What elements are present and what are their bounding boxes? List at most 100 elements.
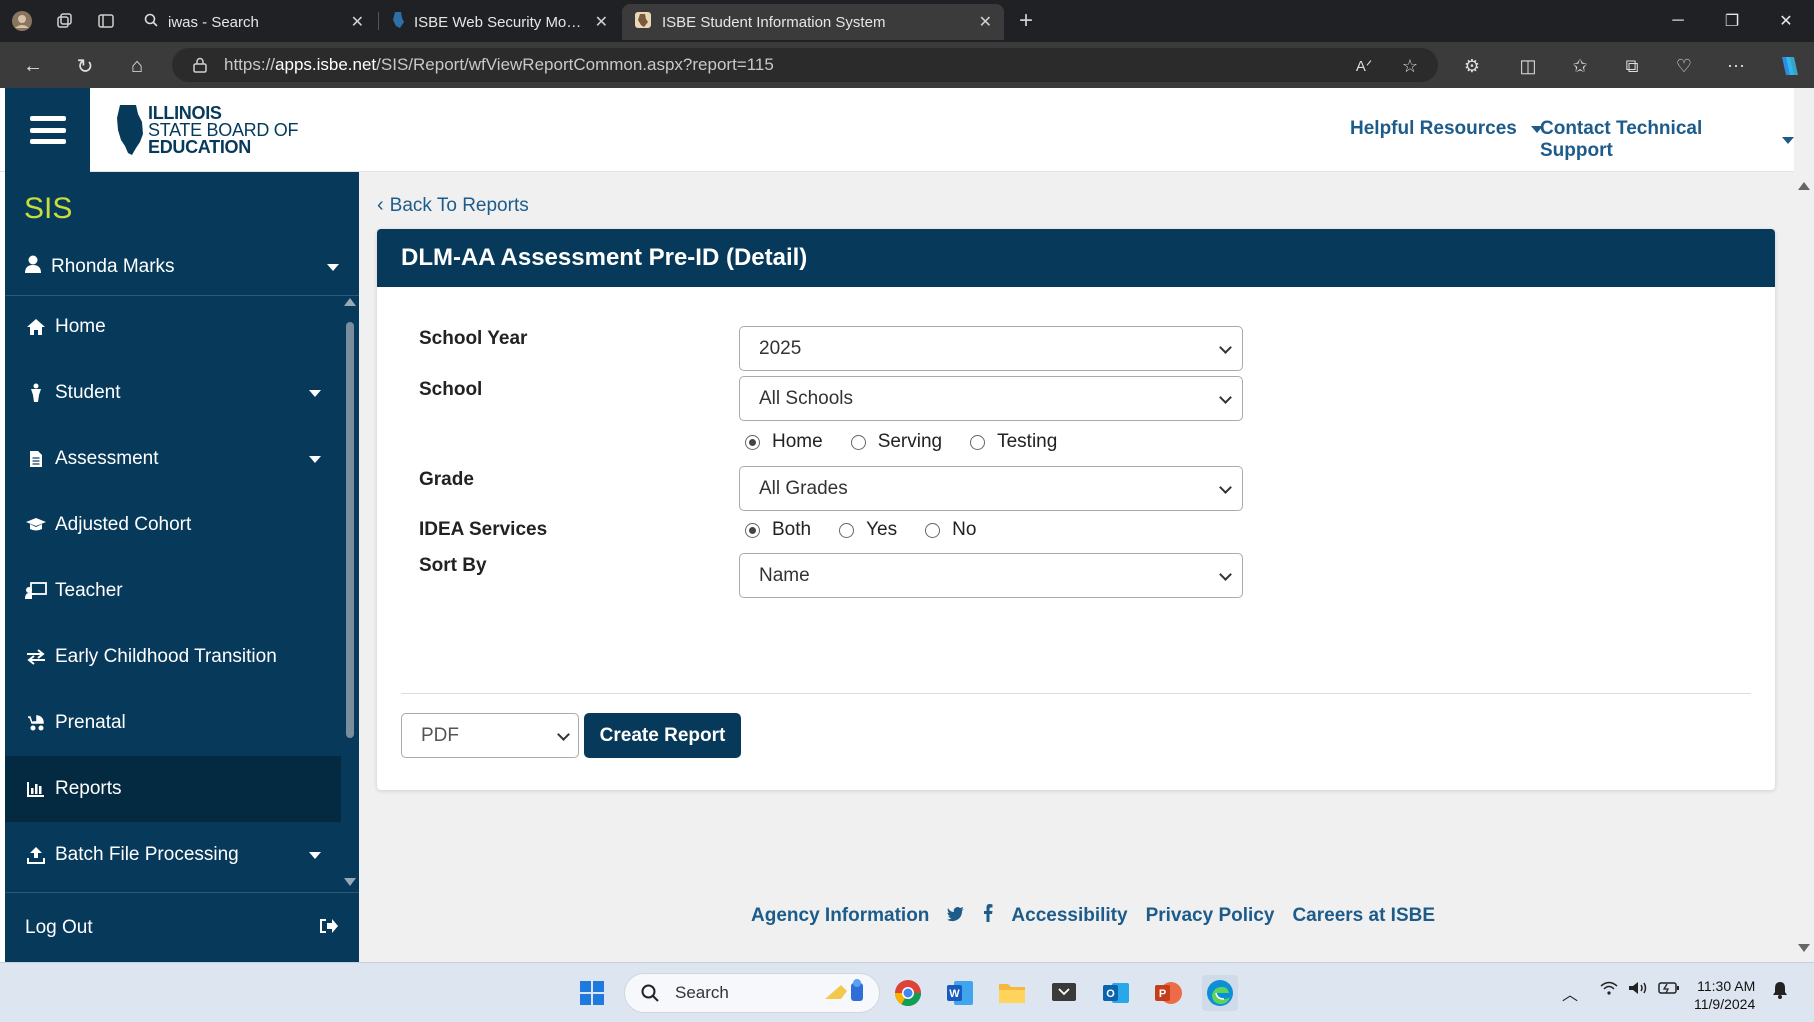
tab-iwas-search[interactable]: iwas - Search ✕: [132, 4, 376, 40]
agency-information-link[interactable]: Agency Information: [751, 905, 929, 927]
taskbar-search-box[interactable]: Search: [624, 973, 880, 1013]
file-explorer-icon[interactable]: [994, 975, 1030, 1011]
sidebar-item-early-childhood[interactable]: Early Childhood Transition: [5, 624, 341, 690]
sidebar-item-adjusted-cohort[interactable]: Adjusted Cohort: [5, 492, 341, 558]
notifications-bell-icon[interactable]: [1772, 981, 1788, 1004]
sidebar-item-reports[interactable]: Reports: [5, 756, 341, 822]
volume-icon[interactable]: [1628, 981, 1648, 1000]
privacy-policy-link[interactable]: Privacy Policy: [1146, 905, 1275, 927]
sidebar-item-batch-file[interactable]: Batch File Processing: [5, 822, 341, 888]
svg-text:W: W: [949, 988, 960, 1000]
profile-avatar-icon[interactable]: [10, 9, 34, 33]
refresh-icon[interactable]: ↻: [70, 51, 100, 81]
sidebar-item-assessment[interactable]: Assessment: [5, 426, 341, 492]
back-arrow-icon[interactable]: ←: [18, 51, 48, 81]
word-icon[interactable]: W: [942, 975, 978, 1011]
scroll-thumb[interactable]: [346, 322, 354, 738]
careers-link[interactable]: Careers at ISBE: [1292, 905, 1435, 927]
sidebar-item-home[interactable]: Home: [5, 294, 341, 360]
radio-home[interactable]: [745, 434, 760, 450]
browser-essentials-icon[interactable]: ♡: [1670, 52, 1698, 80]
logo-text: ILLINOIS STATE BOARD OF EDUCATION: [148, 104, 299, 157]
close-icon[interactable]: ✕: [351, 12, 364, 32]
favorite-star-icon[interactable]: ☆: [1396, 52, 1424, 80]
school-type-home-option[interactable]: Home: [745, 431, 823, 453]
extensions-icon[interactable]: ⚙: [1458, 52, 1486, 80]
tab-web-security[interactable]: ISBE Web Security Module - Appli ✕: [380, 4, 620, 40]
school-value: All Schools: [759, 387, 853, 409]
scroll-down-arrow-icon[interactable]: [344, 878, 356, 886]
close-icon[interactable]: ✕: [595, 12, 608, 32]
sort-by-select[interactable]: Name: [739, 553, 1243, 598]
powerpoint-icon[interactable]: P: [1150, 975, 1186, 1011]
restore-icon[interactable]: ❐: [1706, 0, 1758, 42]
site-header: ILLINOIS STATE BOARD OF EDUCATION Helpfu…: [0, 88, 1794, 172]
minimize-icon[interactable]: ─: [1652, 0, 1704, 42]
create-report-button[interactable]: Create Report: [584, 713, 741, 758]
tab-actions-icon[interactable]: [94, 9, 118, 33]
radio-both[interactable]: [745, 522, 760, 538]
idea-services-label: IDEA Services: [419, 519, 548, 540]
school-type-serving-option[interactable]: Serving: [850, 431, 942, 453]
radio-serving[interactable]: [850, 434, 866, 450]
new-tab-icon[interactable]: +: [1014, 7, 1038, 34]
accessibility-link[interactable]: Accessibility: [1011, 905, 1127, 927]
school-year-select[interactable]: 2025: [739, 326, 1243, 371]
idea-no-option[interactable]: No: [925, 519, 976, 541]
wifi-icon[interactable]: [1600, 981, 1618, 1000]
show-hidden-icons-icon[interactable]: ︿: [1562, 981, 1578, 1005]
logo-line-3: EDUCATION: [148, 136, 251, 157]
read-aloud-icon[interactable]: Aᐟ: [1350, 52, 1378, 80]
sidebar-item-prenatal[interactable]: Prenatal: [5, 690, 341, 756]
sidebar-item-label: Reports: [55, 778, 122, 799]
split-screen-icon[interactable]: ◫: [1514, 52, 1542, 80]
outlook-icon[interactable]: O: [1098, 975, 1134, 1011]
twitter-icon[interactable]: [947, 905, 965, 928]
scroll-down-arrow-icon[interactable]: [1798, 944, 1810, 952]
logout-button[interactable]: Log Out: [5, 892, 359, 962]
radio-no[interactable]: [925, 522, 941, 538]
back-to-reports-link[interactable]: ‹ Back To Reports: [377, 194, 529, 217]
chrome-icon[interactable]: [890, 975, 926, 1011]
school-select[interactable]: All Schools: [739, 376, 1243, 421]
page-scrollbar[interactable]: [1794, 172, 1814, 962]
idea-yes-option[interactable]: Yes: [839, 519, 897, 541]
edge-icon[interactable]: [1202, 975, 1238, 1011]
contact-support-menu[interactable]: Contact Technical Support: [1540, 118, 1794, 162]
radio-testing[interactable]: [970, 434, 986, 450]
terminal-app-icon[interactable]: [1046, 975, 1082, 1011]
system-clock[interactable]: 11:30 AM 11/9/2024: [1694, 977, 1755, 1013]
scroll-up-arrow-icon[interactable]: [344, 298, 356, 306]
school-type-testing-option[interactable]: Testing: [970, 431, 1057, 453]
facebook-icon[interactable]: [983, 904, 993, 928]
user-menu[interactable]: Rhonda Marks: [5, 238, 359, 296]
sidebar-item-teacher[interactable]: Teacher: [5, 558, 341, 624]
helpful-resources-menu[interactable]: Helpful Resources: [1350, 118, 1543, 140]
close-window-icon[interactable]: ✕: [1760, 0, 1812, 42]
isbe-logo[interactable]: ILLINOIS STATE BOARD OF EDUCATION: [116, 102, 306, 158]
exchange-icon: [25, 646, 47, 668]
workspaces-icon[interactable]: [52, 9, 76, 33]
output-format-select[interactable]: PDF: [401, 713, 579, 758]
windows-start-icon[interactable]: [574, 975, 610, 1011]
copilot-icon[interactable]: [1774, 52, 1802, 80]
scroll-up-arrow-icon[interactable]: [1798, 182, 1810, 190]
menu-toggle-button[interactable]: [5, 88, 90, 172]
sidebar-nav: Home Student Assessment Adjusted Cohort: [5, 294, 341, 890]
close-icon[interactable]: ✕: [979, 12, 992, 32]
logo-line-2: STATE BOARD OF: [148, 119, 299, 140]
home-icon[interactable]: ⌂: [122, 51, 152, 81]
caret-down-icon: [309, 456, 321, 463]
student-icon: [25, 382, 47, 404]
collections-icon[interactable]: ⧉: [1618, 52, 1646, 80]
sidebar-scrollbar[interactable]: [341, 294, 359, 890]
favorites-icon[interactable]: ✩: [1566, 52, 1594, 80]
battery-icon[interactable]: [1658, 981, 1680, 1000]
radio-yes[interactable]: [839, 522, 855, 538]
grade-select[interactable]: All Grades: [739, 466, 1243, 511]
sidebar-item-student[interactable]: Student: [5, 360, 341, 426]
url-field[interactable]: https://apps.isbe.net/SIS/Report/wfViewR…: [172, 48, 1438, 82]
tab-sis[interactable]: ISBE Student Information System ✕: [622, 4, 1004, 40]
idea-both-option[interactable]: Both: [745, 519, 811, 541]
more-options-icon[interactable]: ⋯: [1722, 52, 1750, 80]
